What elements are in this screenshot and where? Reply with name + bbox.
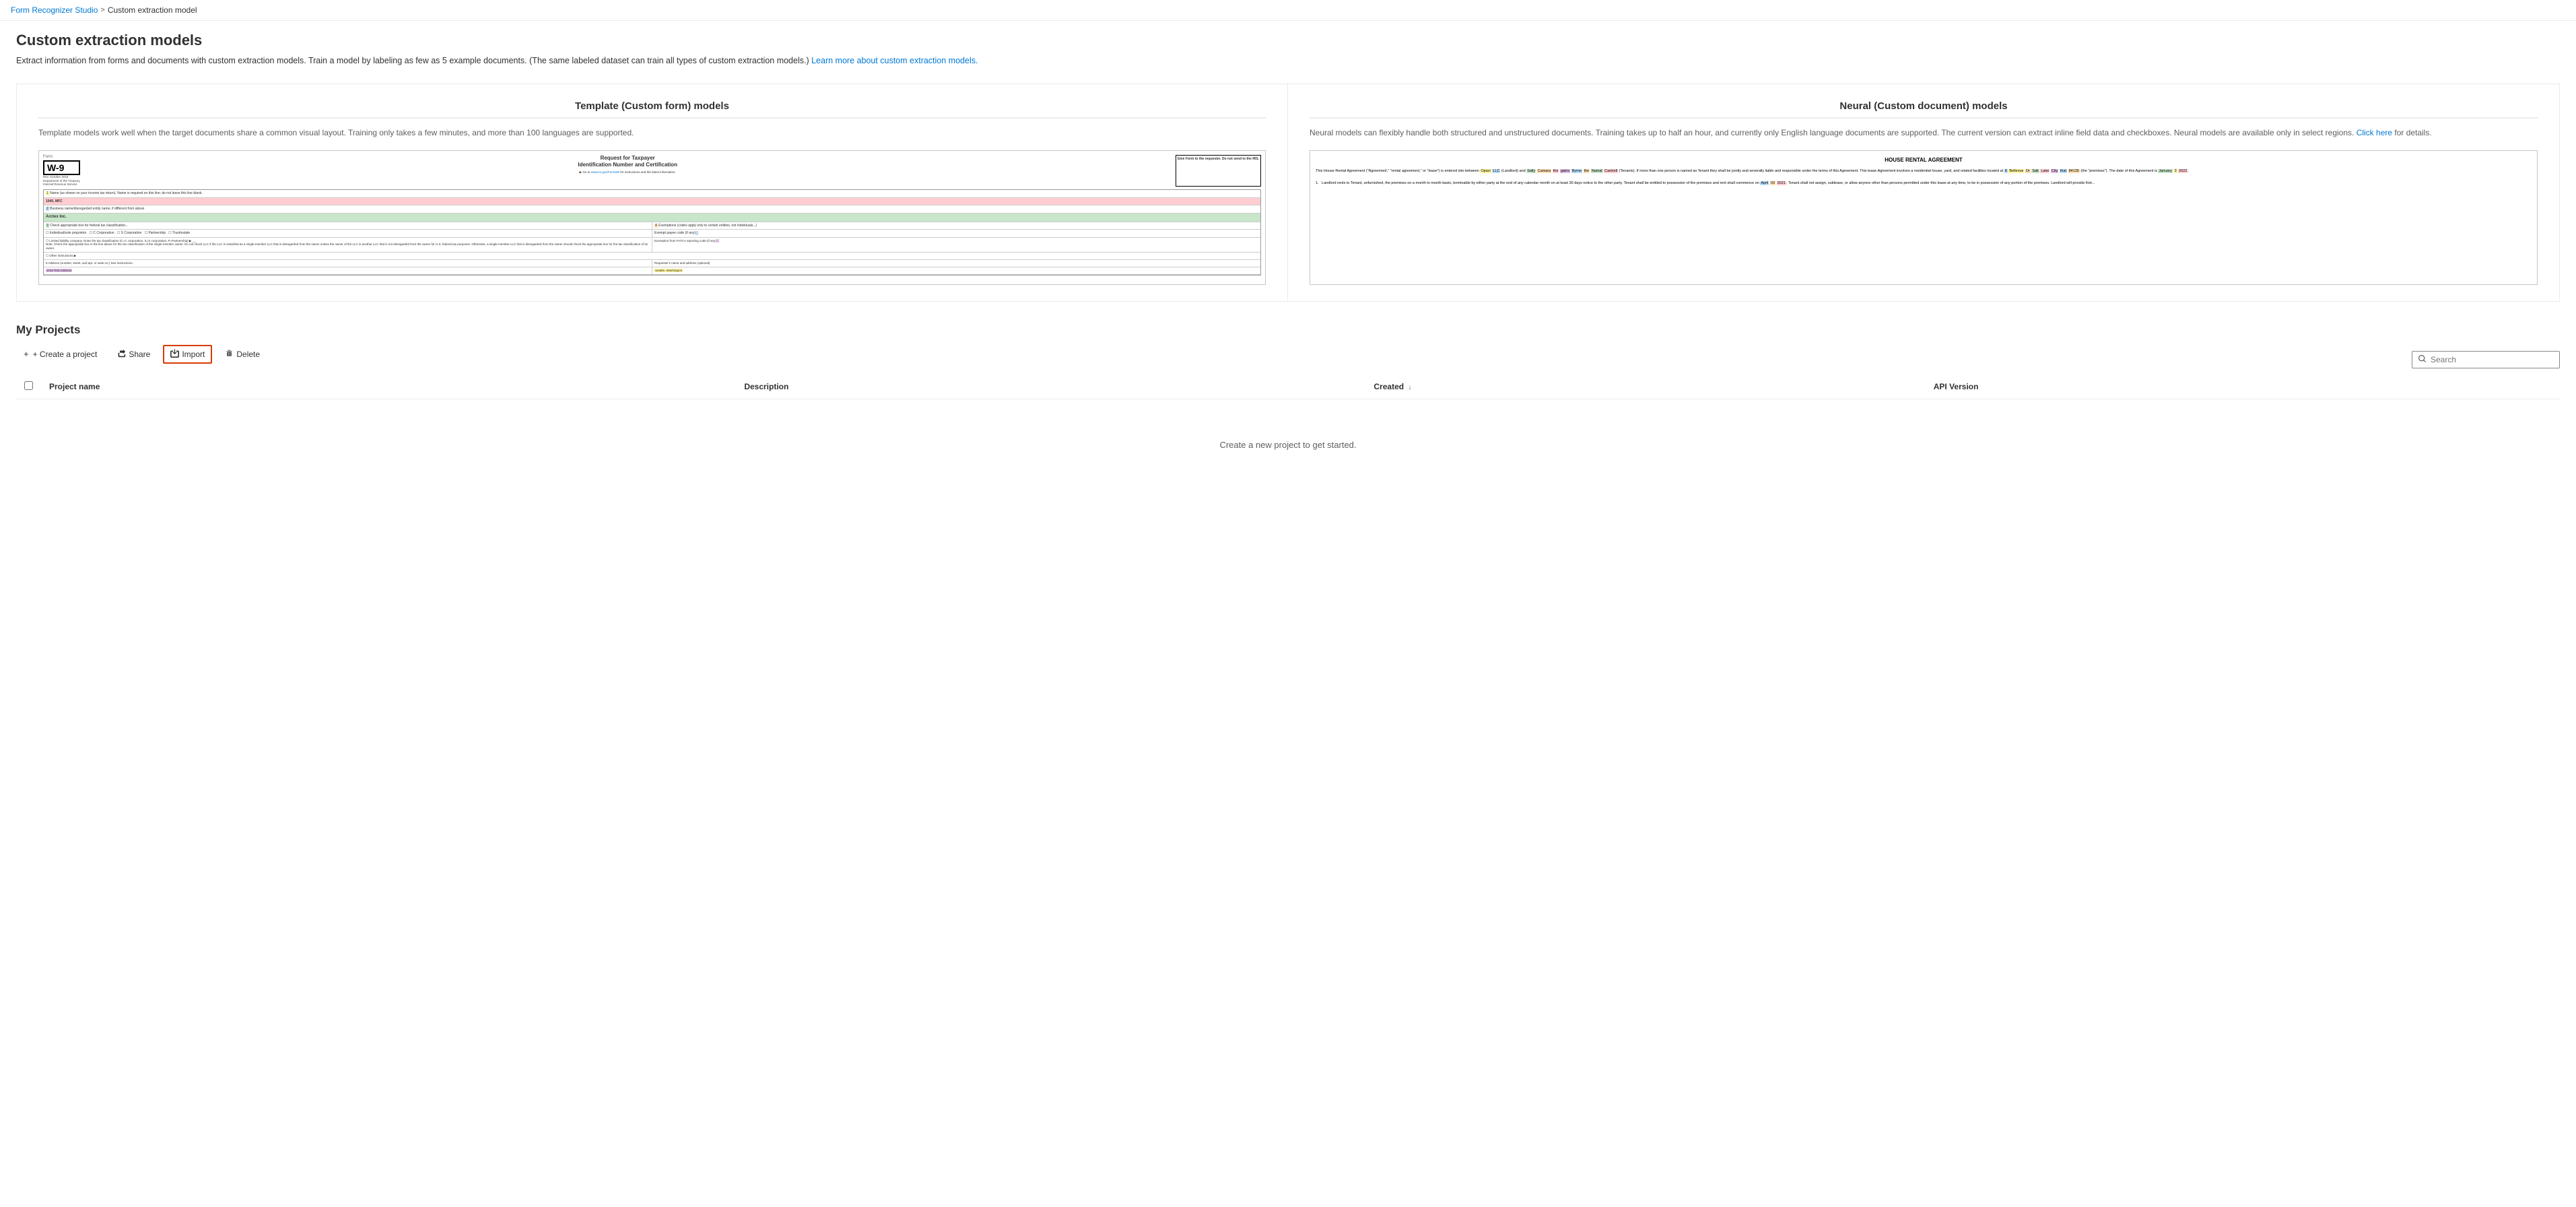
w9-preview: Form W-9 Rev. October 2018 Department of… [38, 150, 1266, 285]
search-input-wrapper[interactable] [2412, 351, 2560, 368]
neural-model-title: Neural (Custom document) models [1310, 100, 2538, 119]
w9-form-number: W-9 [43, 160, 80, 175]
api-version-column-header[interactable]: API Version [1926, 374, 2560, 399]
neural-model-card: Neural (Custom document) models Neural m… [1288, 84, 2559, 301]
share-icon [117, 349, 126, 360]
share-button[interactable]: Share [110, 345, 158, 364]
page-title: Custom extraction models [16, 32, 2560, 49]
neural-model-desc: Neural models can flexibly handle both s… [1310, 127, 2538, 139]
projects-toolbar: + + Create a project Share [16, 345, 267, 364]
template-model-desc: Template models work well when the targe… [38, 127, 1266, 139]
click-here-link[interactable]: Click here [2357, 128, 2392, 137]
projects-table: Project name Description Created ↓ API V… [16, 374, 2560, 399]
page-description: Extract information from forms and docum… [16, 55, 2560, 67]
rental-preview: HOUSE RENTAL AGREEMENT This House Rental… [1310, 150, 2538, 285]
search-container [2412, 351, 2560, 368]
delete-button[interactable]: Delete [217, 345, 267, 364]
model-cards-container: Template (Custom form) models Template m… [16, 84, 2560, 302]
w9-give-form-note: Give Form to the requester. Do not send … [1176, 155, 1261, 187]
template-model-title: Template (Custom form) models [38, 100, 1266, 119]
search-input[interactable] [2431, 355, 2554, 364]
learn-more-link[interactable]: Learn more about custom extraction model… [811, 56, 978, 65]
created-column-header[interactable]: Created ↓ [1365, 374, 1925, 399]
import-icon [170, 349, 179, 360]
sort-icon: ↓ [1408, 384, 1411, 391]
breadcrumb-current: Custom extraction model [108, 5, 197, 15]
project-name-column-header[interactable]: Project name [41, 374, 736, 399]
plus-icon: + [24, 349, 29, 359]
description-column-header[interactable]: Description [736, 374, 1365, 399]
search-icon [2418, 354, 2427, 365]
breadcrumb-parent-link[interactable]: Form Recognizer Studio [11, 5, 98, 15]
breadcrumb-separator: > [100, 6, 104, 14]
select-all-checkbox[interactable] [24, 381, 33, 390]
template-model-card: Template (Custom form) models Template m… [17, 84, 1288, 301]
breadcrumb: Form Recognizer Studio > Custom extracti… [0, 0, 2576, 21]
import-button[interactable]: Import [163, 345, 212, 364]
my-projects-heading: My Projects [16, 323, 2560, 337]
create-project-button[interactable]: + + Create a project [16, 345, 104, 363]
empty-state: Create a new project to get started. [16, 399, 2560, 490]
delete-icon [225, 349, 234, 360]
toolbar-row: + + Create a project Share [16, 345, 2560, 374]
checkbox-column-header [16, 374, 41, 399]
